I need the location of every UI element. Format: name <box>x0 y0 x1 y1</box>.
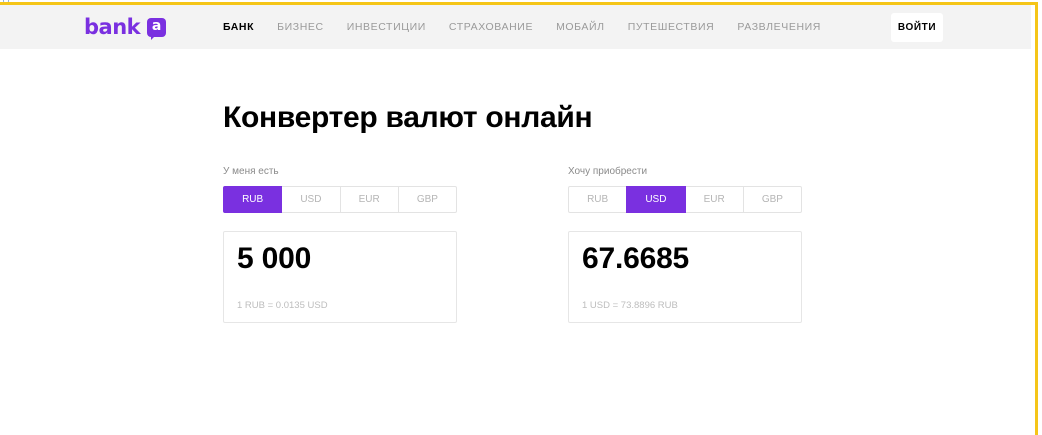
have-panel: У меня есть RUB USD EUR GBP 5 000 1 RUB … <box>223 165 457 323</box>
have-tab-gbp[interactable]: GBP <box>397 186 457 213</box>
want-tab-gbp[interactable]: GBP <box>742 186 802 213</box>
want-currency-tabs: RUB USD EUR GBP <box>568 186 802 213</box>
logo-badge-letter: a <box>151 17 162 34</box>
top-header: bank a БАНК БИЗНЕС ИНВЕСТИЦИИ СТРАХОВАНИ… <box>0 5 1031 49</box>
want-label: Хочу приобрести <box>568 166 648 177</box>
want-tab-usd[interactable]: USD <box>626 186 686 213</box>
page-title: Конвертер валют онлайн <box>223 101 593 134</box>
nav-item-insurance[interactable]: СТРАХОВАНИЕ <box>449 21 533 33</box>
nav-item-bank[interactable]: БАНК <box>223 21 254 33</box>
login-button[interactable]: ВОЙТИ <box>891 13 943 42</box>
logo[interactable]: bank a <box>84 15 167 40</box>
nav-item-business[interactable]: БИЗНЕС <box>277 21 324 33</box>
want-rate-text: 1 USD = 73.8896 RUB <box>582 300 678 311</box>
have-tab-rub[interactable]: RUB <box>223 186 283 213</box>
have-amount-value: 5 000 <box>237 242 312 275</box>
nav-item-investments[interactable]: ИНВЕСТИЦИИ <box>347 21 426 33</box>
want-amount-input[interactable]: 67.6685 1 USD = 73.8896 RUB <box>568 231 802 323</box>
nav-item-entertainment[interactable]: РАЗВЛЕЧЕНИЯ <box>737 21 821 33</box>
have-tab-eur[interactable]: EUR <box>339 186 399 213</box>
logo-badge-icon: a <box>147 17 167 40</box>
have-tab-usd[interactable]: USD <box>281 186 341 213</box>
want-panel: Хочу приобрести RUB USD EUR GBP 67.6685 … <box>568 165 802 323</box>
nav-item-travel[interactable]: ПУТЕШЕСТВИЯ <box>628 21 715 33</box>
want-amount-value: 67.6685 <box>582 242 690 275</box>
have-rate-text: 1 RUB = 0.0135 USD <box>237 300 328 311</box>
have-amount-input[interactable]: 5 000 1 RUB = 0.0135 USD <box>223 231 457 323</box>
logo-text: bank <box>84 15 141 39</box>
have-currency-tabs: RUB USD EUR GBP <box>223 186 457 213</box>
main-nav: БАНК БИЗНЕС ИНВЕСТИЦИИ СТРАХОВАНИЕ МОБАЙ… <box>223 5 844 49</box>
want-tab-eur[interactable]: EUR <box>684 186 744 213</box>
have-label: У меня есть <box>223 166 279 177</box>
want-tab-rub[interactable]: RUB <box>568 186 628 213</box>
frame-border-right <box>1035 2 1038 435</box>
nav-item-mobile[interactable]: МОБАЙЛ <box>556 21 605 33</box>
